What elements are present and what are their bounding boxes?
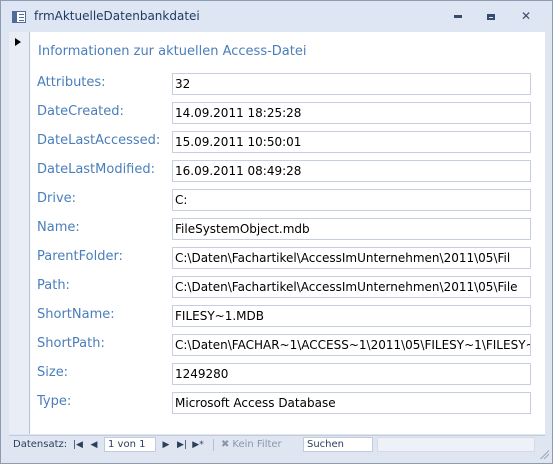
label-attributes: Attributes: bbox=[37, 75, 106, 90]
field-name-value: FileSystemObject.mdb bbox=[175, 222, 310, 236]
label-date-last-modified: DateLastModified: bbox=[37, 162, 156, 177]
first-record-icon[interactable]: |◀ bbox=[71, 438, 85, 452]
field-date-created[interactable]: 14.09.2011 18:25:28 bbox=[172, 102, 531, 124]
field-type-value: Microsoft Access Database bbox=[175, 396, 336, 410]
current-record-value: 1 von 1 bbox=[108, 439, 146, 450]
field-parent-folder-value: C:\Daten\Fachartikel\AccessImUnternehmen… bbox=[175, 251, 511, 265]
form-icon[interactable] bbox=[12, 11, 26, 23]
last-record-icon[interactable]: ▶| bbox=[175, 438, 189, 452]
field-path[interactable]: C:\Daten\Fachartikel\AccessImUnternehmen… bbox=[172, 276, 531, 298]
field-type[interactable]: Microsoft Access Database bbox=[172, 392, 531, 414]
window-title: frmAktuelleDatenbankdatei bbox=[34, 9, 200, 23]
field-size-value: 1249280 bbox=[175, 367, 229, 381]
close-icon: ✕ bbox=[520, 9, 532, 23]
record-nav-label: Datensatz: bbox=[13, 439, 68, 450]
label-date-created: DateCreated: bbox=[37, 104, 124, 119]
field-short-path[interactable]: C:\Daten\FACHAR~1\ACCESS~1\2011\05\FILES… bbox=[172, 334, 531, 356]
field-date-last-modified-value: 16.09.2011 08:49:28 bbox=[175, 164, 302, 178]
label-name: Name: bbox=[37, 220, 80, 235]
form-detail: Informationen zur aktuellen Access-Datei… bbox=[30, 32, 545, 434]
search-input[interactable]: Suchen bbox=[303, 437, 373, 452]
field-drive[interactable]: C: bbox=[172, 189, 531, 211]
new-record-icon[interactable]: ▶* bbox=[191, 438, 205, 452]
form-window: frmAktuelleDatenbankdatei ✕ Informatione… bbox=[0, 0, 553, 464]
field-attributes-value: 32 bbox=[175, 77, 191, 91]
minimize-icon bbox=[454, 15, 462, 18]
field-short-path-value: C:\Daten\FACHAR~1\ACCESS~1\2011\05\FILES… bbox=[175, 338, 531, 352]
field-path-value: C:\Daten\Fachartikel\AccessImUnternehmen… bbox=[175, 280, 518, 294]
field-attributes[interactable]: 32 bbox=[172, 73, 531, 95]
restore-icon bbox=[487, 13, 495, 20]
current-record-arrow-icon bbox=[15, 38, 21, 46]
field-date-created-value: 14.09.2011 18:25:28 bbox=[175, 106, 302, 120]
label-path: Path: bbox=[37, 278, 70, 293]
restore-button[interactable] bbox=[478, 7, 504, 25]
field-short-name-value: FILESY~1.MDB bbox=[175, 309, 264, 323]
current-record-input[interactable]: 1 von 1 bbox=[104, 437, 156, 452]
next-record-icon[interactable]: ▶ bbox=[159, 438, 173, 452]
field-date-last-accessed-value: 15.09.2011 10:50:01 bbox=[175, 135, 302, 149]
field-short-name[interactable]: FILESY~1.MDB bbox=[172, 305, 531, 327]
field-date-last-modified[interactable]: 16.09.2011 08:49:28 bbox=[172, 160, 531, 182]
record-selector[interactable] bbox=[9, 32, 30, 434]
filter-toggle[interactable]: ✖ Kein Filter bbox=[221, 439, 282, 450]
minimize-button[interactable] bbox=[445, 7, 471, 25]
label-short-path: ShortPath: bbox=[37, 336, 105, 351]
resize-grip-icon[interactable] bbox=[539, 449, 549, 459]
label-size: Size: bbox=[37, 365, 69, 380]
field-size[interactable]: 1249280 bbox=[172, 363, 531, 385]
field-parent-folder[interactable]: C:\Daten\Fachartikel\AccessImUnternehmen… bbox=[172, 247, 531, 269]
field-drive-value: C: bbox=[175, 193, 188, 207]
horizontal-scrollbar[interactable] bbox=[377, 437, 535, 452]
nav-divider bbox=[213, 439, 214, 451]
form-heading: Informationen zur aktuellen Access-Datei bbox=[38, 44, 307, 59]
field-date-last-accessed[interactable]: 15.09.2011 10:50:01 bbox=[172, 131, 531, 153]
label-short-name: ShortName: bbox=[37, 307, 115, 322]
field-name[interactable]: FileSystemObject.mdb bbox=[172, 218, 531, 240]
label-parent-folder: ParentFolder: bbox=[37, 249, 123, 264]
close-button[interactable]: ✕ bbox=[513, 7, 539, 25]
label-date-last-accessed: DateLastAccessed: bbox=[37, 133, 161, 148]
label-drive: Drive: bbox=[37, 191, 77, 206]
filter-label: Kein Filter bbox=[232, 439, 282, 450]
filter-icon: ✖ bbox=[221, 439, 230, 450]
title-bar[interactable]: frmAktuelleDatenbankdatei ✕ bbox=[1, 1, 552, 32]
search-placeholder: Suchen bbox=[307, 439, 345, 450]
previous-record-icon[interactable]: ◀ bbox=[87, 438, 101, 452]
label-type: Type: bbox=[37, 394, 72, 409]
